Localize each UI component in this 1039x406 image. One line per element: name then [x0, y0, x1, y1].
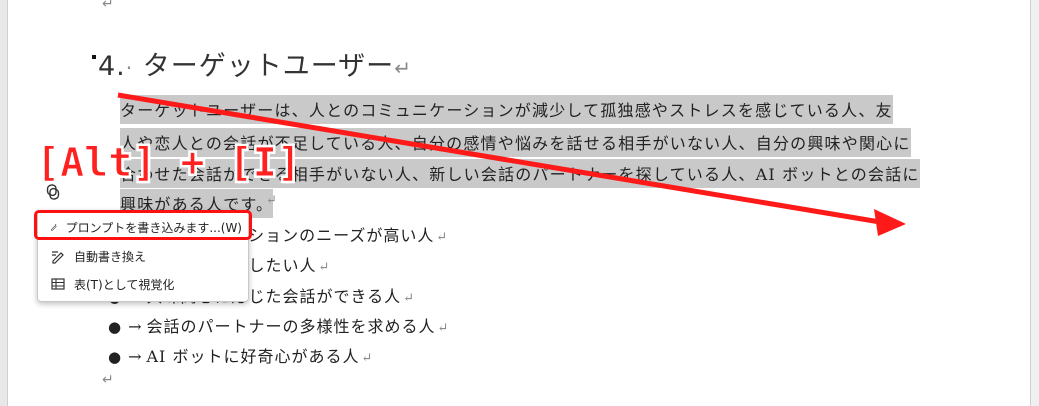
menu-item-visualize-table[interactable]: 表(T)として視覚化	[44, 271, 242, 297]
table-icon	[51, 278, 65, 290]
return-mark: ↵	[394, 56, 412, 80]
return-mark: ↵	[361, 351, 374, 366]
list-item[interactable]: ● → AI ボットに好奇心がある人 ↵	[108, 343, 373, 367]
list-item[interactable]: ● → 会話のパートナーの多様性を求める人 ↵	[108, 313, 449, 337]
section-heading[interactable]: 4.· ターゲットユーザー↵	[98, 44, 412, 83]
return-mark: ↵	[102, 372, 114, 388]
bullet-icon: ●	[108, 318, 123, 336]
tab-arrow: →	[128, 317, 143, 336]
menu-item-label: 自動書き換え	[74, 249, 147, 264]
highlight-box	[34, 210, 252, 240]
menu-item-auto-rewrite[interactable]: 自動書き換え	[44, 243, 242, 269]
list-item-text: 会話のパートナーの多様性を求める人	[146, 317, 436, 336]
heading-separator: ·	[125, 56, 134, 80]
paragraph-line[interactable]: ターゲットユーザーは、人とのコミュニケーションが減少して孤独感やストレスを感じて…	[120, 95, 893, 124]
document-page: ↵ 4.· ターゲットユーザー↵ ターゲットユーザーは、人とのコミュニケーション…	[7, 0, 1031, 406]
return-mark: ↵	[436, 230, 449, 245]
heading-number: 4.	[98, 51, 126, 82]
return-mark: ↵	[102, 0, 114, 12]
heading-marker	[92, 55, 96, 59]
vertical-scrollbar[interactable]	[1031, 0, 1039, 406]
bullet-icon: ●	[108, 348, 123, 366]
return-mark: ↵	[266, 193, 277, 208]
return-mark: ↵	[318, 260, 331, 275]
tab-arrow: →	[128, 347, 143, 366]
return-mark: ↵	[403, 291, 416, 306]
list-item-text: AI ボットに好奇心がある人	[146, 347, 360, 366]
heading-text: ターゲットユーザー	[142, 51, 395, 82]
return-mark: ↵	[437, 321, 450, 336]
shortcut-annotation: [Alt] + [I]	[36, 140, 302, 187]
menu-item-label: 表(T)として視覚化	[74, 277, 175, 292]
pen-rewrite-icon	[52, 251, 64, 264]
